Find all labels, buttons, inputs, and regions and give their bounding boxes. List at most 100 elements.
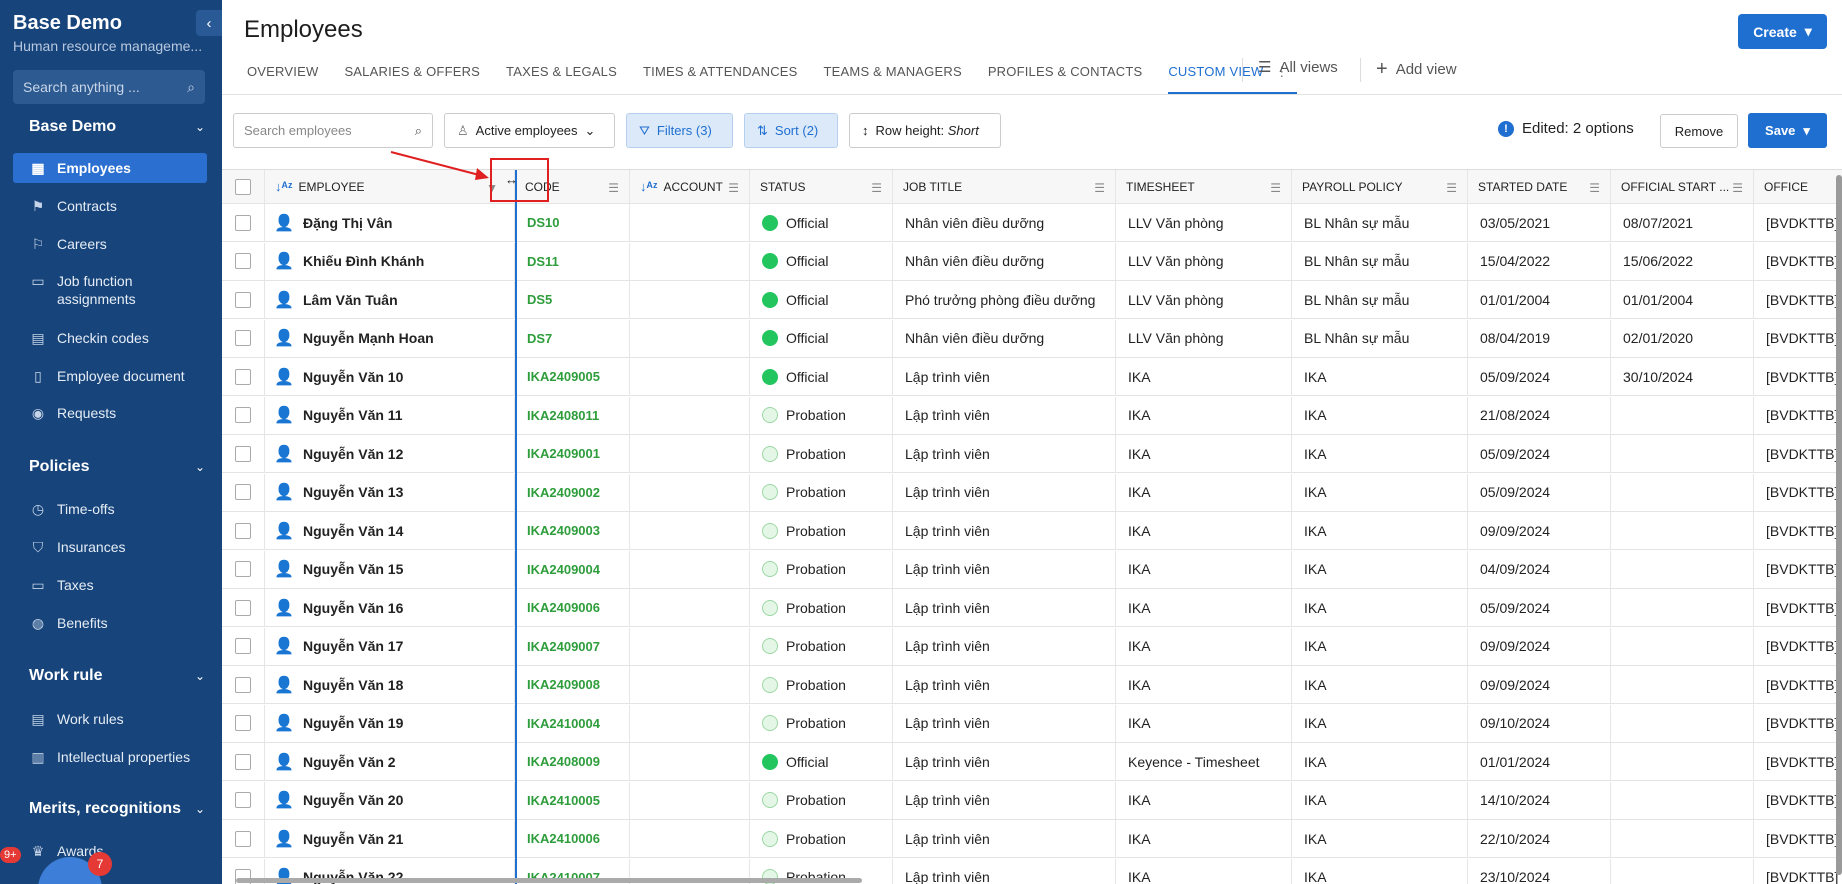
row-checkbox[interactable] (235, 445, 251, 462)
employee-name[interactable]: Nguyễn Văn 19 (303, 715, 403, 731)
employee-name[interactable]: Nguyễn Văn 17 (303, 638, 403, 654)
employee-cell[interactable]: 👤 Đặng Thị Vân (265, 204, 515, 241)
table-row[interactable]: 👤 Nguyễn Văn 14 IKA2409003 Probation Lập trì… (222, 512, 1842, 550)
employee-name[interactable]: Nguyễn Văn 2 (303, 754, 396, 770)
tab-taxes-legals[interactable]: TAXES & LEGALS (506, 56, 617, 94)
section-policies[interactable]: Policies ⌄ (29, 458, 205, 476)
sidebar-item-taxes[interactable]: ▭ Taxes (13, 570, 207, 600)
filter-lines-icon[interactable]: ☰ (871, 181, 882, 195)
employee-code[interactable]: IKA2409005 (527, 369, 600, 384)
table-row[interactable]: 👤 Nguyễn Văn 18 IKA2409008 Probation Lập trì… (222, 666, 1842, 704)
row-checkbox[interactable] (235, 715, 251, 731)
employee-code[interactable]: IKA2408011 (527, 408, 599, 423)
code-cell[interactable]: IKA2409001 (515, 435, 630, 472)
row-checkbox[interactable] (235, 484, 251, 500)
code-cell[interactable]: IKA2408011 (515, 396, 630, 434)
row-checkbox[interactable] (235, 599, 251, 616)
sidebar-item-benefits[interactable]: ◍ Benefits (13, 608, 207, 638)
employee-code[interactable]: IKA2409001 (527, 446, 600, 461)
employee-name[interactable]: Nguyễn Văn 21 (303, 831, 403, 847)
sidebar-item-intellectual-properties[interactable]: ▥ Intellectual properties (13, 742, 207, 772)
employee-cell[interactable]: 👤 Nguyễn Văn 10 (265, 358, 515, 395)
code-cell[interactable]: DS10 (515, 204, 630, 241)
code-cell[interactable]: IKA2409006 (515, 589, 630, 626)
tab-teams-managers[interactable]: TEAMS & MANAGERS (824, 56, 962, 94)
filter-lines-icon[interactable]: ☰ (1589, 181, 1600, 195)
filter-lines-icon[interactable]: ☰ (1094, 181, 1105, 195)
filter-lines-icon[interactable]: ☰ (1732, 181, 1743, 195)
row-checkbox[interactable] (235, 753, 251, 770)
row-checkbox[interactable] (235, 830, 251, 847)
tab-profiles-contacts[interactable]: PROFILES & CONTACTS (988, 56, 1143, 94)
employee-name[interactable]: Đặng Thị Vân (303, 215, 392, 231)
employee-cell[interactable]: 👤 Nguyễn Văn 11 (265, 396, 515, 434)
row-checkbox[interactable] (235, 330, 251, 346)
employee-code[interactable]: IKA2408009 (527, 754, 600, 769)
employee-code[interactable]: IKA2410005 (527, 793, 600, 808)
sidebar-item-checkin-codes[interactable]: ▤ Checkin codes (13, 323, 207, 353)
table-row[interactable]: 👤 Khiếu Đình Khánh DS11 Official Nhân viên đ… (222, 242, 1842, 281)
code-cell[interactable]: IKA2410006 (515, 820, 630, 857)
employee-code[interactable]: DS5 (527, 292, 552, 307)
all-views-link[interactable]: ☰ All views (1258, 58, 1338, 77)
row-checkbox[interactable] (235, 561, 251, 577)
table-row[interactable]: 👤 Nguyễn Văn 17 IKA2409007 Probation Lập trì… (222, 627, 1842, 666)
employee-cell[interactable]: 👤 Nguyễn Văn 20 (265, 781, 515, 819)
employee-cell[interactable]: 👤 Nguyễn Văn 12 (265, 435, 515, 472)
sidebar-item-job-function[interactable]: ▭ Job function assignments (13, 266, 207, 314)
sidebar-item-insurances[interactable]: ⛉ Insurances (13, 532, 207, 562)
code-cell[interactable]: IKA2409002 (515, 473, 630, 511)
col-job-title[interactable]: JOB TITLE ☰ (893, 170, 1116, 203)
column-resize-guide[interactable] (515, 170, 517, 884)
employee-cell[interactable]: 👤 Lâm Văn Tuân (265, 281, 515, 318)
employee-name[interactable]: Nguyễn Văn 14 (303, 523, 403, 539)
table-row[interactable]: 👤 Lâm Văn Tuân DS5 Official Phó trưởng phòng… (222, 281, 1842, 319)
employee-code[interactable]: IKA2409004 (527, 562, 600, 577)
employee-code[interactable]: IKA2409003 (527, 523, 600, 538)
sidebar-item-requests[interactable]: ◉ Requests (13, 398, 207, 428)
row-checkbox[interactable] (235, 368, 251, 385)
remove-button[interactable]: Remove (1660, 114, 1738, 148)
employee-name[interactable]: Nguyễn Văn 18 (303, 677, 403, 693)
sidebar-search[interactable]: Search anything ... ⌕ (13, 70, 205, 104)
employee-code[interactable]: DS7 (527, 331, 552, 346)
employee-code[interactable]: DS10 (527, 215, 560, 230)
employee-cell[interactable]: 👤 Nguyễn Văn 19 (265, 704, 515, 742)
table-row[interactable]: 👤 Nguyễn Văn 11 IKA2408011 Probation Lập trì… (222, 396, 1842, 435)
filters-button[interactable]: ⛛ Filters (3) (626, 113, 733, 148)
row-checkbox[interactable] (235, 792, 251, 808)
notification-badge[interactable]: 9+ (0, 847, 21, 863)
tab-times-attendances[interactable]: TIMES & ATTENDANCES (643, 56, 798, 94)
employee-cell[interactable]: 👤 Nguyễn Văn 18 (265, 666, 515, 703)
employee-code[interactable]: DS11 (527, 254, 559, 269)
employee-cell[interactable]: 👤 Nguyễn Văn 15 (265, 550, 515, 588)
table-row[interactable]: 👤 Nguyễn Văn 13 IKA2409002 Probation Lập trì… (222, 473, 1842, 512)
row-checkbox[interactable] (235, 253, 251, 269)
row-checkbox[interactable] (235, 214, 251, 231)
employee-name[interactable]: Nguyễn Văn 20 (303, 792, 403, 808)
code-cell[interactable]: DS5 (515, 281, 630, 318)
employee-code[interactable]: IKA2409002 (527, 485, 600, 500)
employee-cell[interactable]: 👤 Nguyễn Văn 14 (265, 512, 515, 549)
tab-overview[interactable]: OVERVIEW (247, 56, 318, 94)
tab-salaries-offers[interactable]: SALARIES & OFFERS (344, 56, 480, 94)
employee-cell[interactable]: 👤 Nguyễn Văn 16 (265, 589, 515, 626)
employee-name[interactable]: Nguyễn Văn 16 (303, 600, 403, 616)
code-cell[interactable]: IKA2409007 (515, 627, 630, 665)
col-timesheet[interactable]: TIMESHEET ☰ (1116, 170, 1292, 203)
section-work-rule[interactable]: Work rule ⌄ (29, 667, 205, 685)
employee-code[interactable]: IKA2409007 (527, 639, 600, 654)
row-checkbox[interactable] (235, 522, 251, 539)
create-button[interactable]: Create ▾ (1738, 14, 1827, 49)
employee-code[interactable]: IKA2409006 (527, 600, 600, 615)
table-row[interactable]: 👤 Đặng Thị Vân DS10 Official Nhân viên điều … (222, 204, 1842, 242)
employee-name[interactable]: Khiếu Đình Khánh (303, 253, 424, 269)
employee-cell[interactable]: 👤 Nguyễn Mạnh Hoan (265, 319, 515, 357)
sidebar-item-employees[interactable]: ▦ Employees (13, 153, 207, 183)
code-cell[interactable]: DS11 (515, 242, 630, 280)
employee-search-input[interactable]: Search employees ⌕ (233, 113, 433, 148)
select-all-checkbox[interactable] (235, 178, 251, 195)
collapse-sidebar-button[interactable]: ‹ (196, 10, 222, 36)
col-status[interactable]: STATUS ☰ (750, 170, 893, 203)
code-cell[interactable]: IKA2409004 (515, 550, 630, 588)
